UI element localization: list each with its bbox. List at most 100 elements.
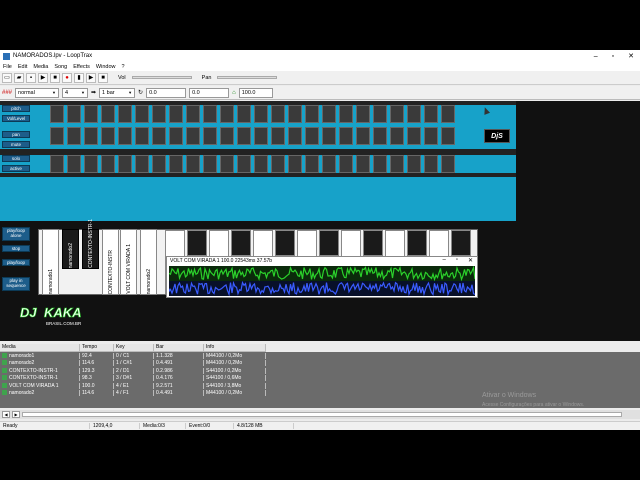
col-media[interactable]: Media <box>0 344 80 351</box>
media-cell-text: 1.1.328 <box>156 352 173 359</box>
audio-file-icon <box>2 375 7 381</box>
media-cell: 92.4 <box>80 352 114 359</box>
menu-effects[interactable]: Effects <box>73 64 90 70</box>
menu-window[interactable]: Window <box>96 64 116 70</box>
volume-slider[interactable] <box>131 76 192 79</box>
media-cell-text: 0.4.176 <box>156 375 173 382</box>
media-cell-text: 4 / E1 <box>116 382 130 389</box>
media-cell: S44100 / 0,6Mo <box>204 375 266 382</box>
pitch-label: pitch <box>2 105 30 112</box>
scroll-track[interactable] <box>22 412 622 417</box>
play-loop-button[interactable]: play/loop <box>2 259 30 266</box>
scroll-left-button[interactable]: ◀ <box>2 411 10 418</box>
key[interactable] <box>451 230 471 256</box>
record-icon[interactable]: ● <box>62 72 72 83</box>
key[interactable] <box>275 230 295 256</box>
beats-select[interactable]: 4 ▼ <box>62 87 89 98</box>
media-cell: CONTEXTO-INSTR-1 <box>0 375 80 382</box>
media-cell: S44100 / 0,2Mo <box>204 367 266 374</box>
pause-icon[interactable]: ▮ <box>74 72 84 83</box>
media-cell-text: M44100 / 0,2Mo <box>206 352 243 359</box>
media-cell-text: 0.4.491 <box>156 360 173 367</box>
col-tempo[interactable]: Tempo <box>80 344 114 351</box>
waveform-window: VOLT COM VIRADA 1 100.0 22543ms 37.57b –… <box>166 256 478 298</box>
key[interactable] <box>363 230 383 256</box>
menu-edit[interactable]: Edit <box>18 64 27 70</box>
pad-2[interactable]: namorado2 <box>62 229 79 269</box>
new-file-icon[interactable]: ▭ <box>2 72 12 83</box>
pad-label: VOLT COM VIRADA 1 <box>125 244 132 294</box>
maximize-button[interactable]: ▫ <box>612 53 614 60</box>
media-cell-text: CONTEXTO-INSTR-1 <box>9 375 58 382</box>
app-icon <box>3 52 10 60</box>
solo-label: solo <box>2 155 30 162</box>
media-row[interactable]: namorado1 92.4 0 / C1 1.1.328 M44100 / 0,2Mo <box>0 352 640 360</box>
value-b-input[interactable]: 0.0 <box>189 87 230 98</box>
key[interactable] <box>407 230 427 256</box>
grid-icon: ### <box>2 89 13 96</box>
media-cell: namorado1 <box>0 352 80 359</box>
status-bar: Ready 1209,4,0 Media:0/3 Event:0/0 4.8/1… <box>0 421 640 430</box>
save-icon[interactable]: ▪ <box>26 72 36 83</box>
media-row[interactable]: CONTEXTO-INSTR-1 98.3 3 / D#1 0.4.176 S44100… <box>0 375 640 383</box>
arrow-right-icon: ➡ <box>91 90 97 96</box>
media-cell: 9.2.571 <box>154 382 204 389</box>
open-folder-icon[interactable]: ▰ <box>14 72 24 83</box>
mute-solo-buttons[interactable] <box>50 155 510 173</box>
stop-button[interactable]: stop <box>2 245 30 252</box>
audio-file-icon <box>2 382 7 388</box>
media-row[interactable]: VOLT COM VIRADA 1 100.0 4 / E1 9.2.571 S4410… <box>0 382 640 390</box>
beats-value: 4 <box>65 89 69 96</box>
play-icon[interactable]: ▶ <box>38 72 48 83</box>
key[interactable] <box>187 230 207 256</box>
key[interactable] <box>319 230 339 256</box>
pad-3[interactable]: CONTEXTO-INSTR-1 <box>82 219 99 269</box>
media-cell-text: 114.6 <box>82 390 95 397</box>
tempo-input[interactable]: 100.0 <box>238 87 273 98</box>
media-cell-text: 0.4.491 <box>156 390 173 397</box>
media-row[interactable]: CONTEXTO-INSTR-1 129.3 2 / D1 0.2.986 S44100… <box>0 367 640 375</box>
brand-badge: DjS <box>484 129 510 143</box>
pad-1[interactable]: namorado1 <box>42 229 59 295</box>
home-icon: ⌂ <box>232 89 236 96</box>
menu-file[interactable]: File <box>3 64 12 70</box>
value-a-input[interactable]: 0.0 <box>146 87 187 98</box>
pad-6[interactable]: namorado2 <box>140 229 157 295</box>
menu-media[interactable]: Media <box>33 64 48 70</box>
pad-5[interactable]: VOLT COM VIRADA 1 <box>120 229 137 295</box>
mode-select[interactable]: normal ▼ <box>15 87 60 98</box>
play-loop-alone-button[interactable]: play/loop alone <box>2 227 30 241</box>
minimize-button[interactable]: – <box>594 53 598 60</box>
media-cell-text: 129.3 <box>82 367 95 374</box>
media-row[interactable]: namorado2 114.6 4 / F1 0.4.491 M44100 / 0,2M… <box>0 390 640 398</box>
close-button[interactable]: ✕ <box>628 52 634 60</box>
volume-faders[interactable] <box>50 127 510 145</box>
stop-icon[interactable]: ■ <box>50 72 60 83</box>
media-cell: 1 / C#1 <box>114 360 154 367</box>
media-cell: 1.1.328 <box>154 352 204 359</box>
col-key[interactable]: Key <box>114 344 154 351</box>
media-cell-text: S44100 / 3,8Mo <box>206 382 242 389</box>
audio-file-icon <box>2 390 7 396</box>
pan-slider[interactable] <box>217 76 278 79</box>
waveform-display[interactable] <box>169 266 475 296</box>
key[interactable] <box>231 230 251 256</box>
wave-close-button[interactable]: ✕ <box>468 257 473 264</box>
pad-4[interactable]: CONTEXTO-INSTR <box>102 229 119 295</box>
length-select[interactable]: 1 bar ▼ <box>99 87 136 98</box>
wave-maximize-button[interactable]: ▫ <box>456 257 458 264</box>
stop-selection-icon[interactable]: ■ <box>98 72 108 83</box>
scroll-right-button[interactable]: ▶ <box>12 411 20 418</box>
status-media: Media:0/3 <box>140 423 186 429</box>
play-in-sequence-button[interactable]: play in sequence <box>2 277 30 291</box>
menu-song[interactable]: Song <box>54 64 67 70</box>
pitch-faders[interactable] <box>50 105 510 123</box>
dj-kaka-logo: DJ KAKA BRASIL.COM.BR <box>20 305 82 326</box>
media-cell: M44100 / 0,2Mo <box>204 352 266 359</box>
play-selection-icon[interactable]: ▶ <box>86 72 96 83</box>
col-bar[interactable]: Bar <box>154 344 204 351</box>
menu-help[interactable]: ? <box>121 64 124 70</box>
media-row[interactable]: namorado2 114.6 1 / C#1 0.4.491 M44100 / 0,2… <box>0 360 640 368</box>
wave-minimize-button[interactable]: – <box>442 257 445 264</box>
col-info[interactable]: Info <box>204 344 266 351</box>
